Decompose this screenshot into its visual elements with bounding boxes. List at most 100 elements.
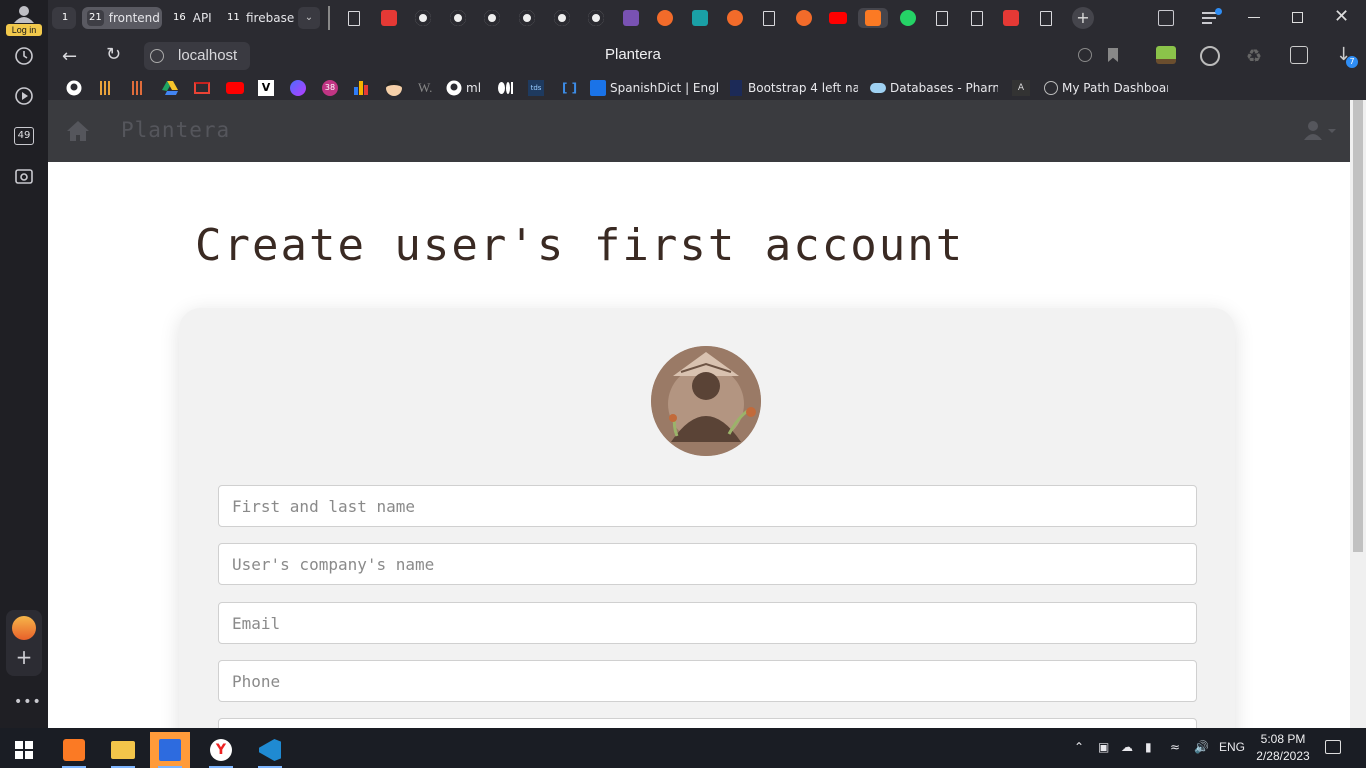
bookmark-spanishdict[interactable]: SpanishDict | Engli [590,80,720,96]
home-icon[interactable] [66,120,90,142]
github-icon[interactable] [552,8,572,28]
back-button[interactable]: ← [62,46,77,67]
battery-icon[interactable]: ▮ [1145,740,1152,754]
brand-name[interactable]: Plantera [121,118,230,142]
wallet-icon[interactable] [1290,46,1308,64]
tab-groups-dropdown[interactable]: ⌄ [298,7,320,29]
github-icon[interactable] [448,8,468,28]
zoom-icon[interactable] [1078,48,1092,62]
bookmark-logo-icon[interactable] [290,80,306,96]
page-icon[interactable] [759,8,779,28]
notification-count-icon[interactable]: 38 [322,80,338,96]
github-icon[interactable] [413,8,433,28]
bookmark-dots-icon[interactable] [132,80,144,96]
bookmark-icon[interactable] [1108,48,1118,62]
google-drive-icon[interactable] [162,80,178,96]
bookmark-databases[interactable]: Databases - Pharm [870,80,998,96]
tab-group-firebase[interactable]: 11 firebase [220,7,294,29]
youtube-icon[interactable] [226,80,244,96]
vpn-globe-icon[interactable] [1200,46,1220,66]
add-app-icon[interactable]: + [15,647,33,667]
photos-app[interactable] [150,732,190,768]
email-input[interactable] [218,602,1197,644]
youtube-icon[interactable] [828,8,848,28]
language-indicator[interactable]: ENG [1219,740,1245,754]
tab-group-1[interactable]: 1 [52,7,76,29]
next-input-field[interactable] [218,718,1197,728]
workspaces-icon[interactable] [1158,10,1174,26]
minimize-button[interactable] [1248,17,1260,18]
github-icon[interactable] [586,8,606,28]
page-icon[interactable] [967,8,987,28]
tds-icon[interactable]: tds [528,80,544,96]
bookmark-dots-icon[interactable] [100,80,112,96]
extension-recycle-icon[interactable]: ♻ [1246,46,1262,67]
tabs-count-icon[interactable]: 49 [12,124,36,148]
page-icon[interactable] [344,8,364,28]
github-icon[interactable] [517,8,537,28]
new-tab-button[interactable]: + [1072,7,1094,29]
page-icon[interactable] [932,8,952,28]
wifi-icon[interactable]: ≈ [1170,740,1180,754]
page-icon[interactable] [1036,8,1056,28]
extension-plant-icon[interactable] [1156,46,1176,64]
site-info-icon[interactable] [150,49,164,63]
v-icon[interactable]: V [258,80,274,96]
bookmark-mypath[interactable]: My Path Dashboar [1044,80,1168,96]
address-field[interactable]: localhost [144,42,250,70]
sidebar-app-icon[interactable] [12,616,36,640]
scrollbar-thumb[interactable] [1353,100,1363,552]
user-menu-icon[interactable] [1304,120,1338,142]
wikipedia-icon[interactable]: W. [418,80,432,96]
angular-icon[interactable]: A [1012,80,1030,96]
yandex-browser-app[interactable]: Y [201,732,241,768]
github-icon[interactable] [66,80,82,96]
github-icon[interactable] [482,8,502,28]
profile-avatar-image[interactable] [651,346,761,456]
show-hidden-icons[interactable]: ⌃ [1074,740,1084,754]
screenshot-icon[interactable] [12,164,36,188]
history-icon[interactable] [12,44,36,68]
close-button[interactable]: ✕ [1334,8,1349,26]
reload-button[interactable]: ↻ [106,44,121,65]
tab-menu-icon[interactable] [1202,8,1222,26]
more-icon[interactable]: ••• [14,694,42,710]
profile-avatar[interactable]: Log in [6,5,42,36]
page-scrollbar[interactable] [1350,100,1366,728]
tab-group-frontend[interactable]: 21 frontend [82,7,162,29]
bootstrap-icon[interactable] [621,8,641,28]
clock[interactable]: 5:08 PM 2/28/2023 [1256,731,1310,765]
downloads-icon[interactable]: ↓ 7 [1336,44,1358,68]
bookmark-ml[interactable]: ml [446,80,481,96]
pdf-icon[interactable] [379,8,399,28]
pdf-icon[interactable] [1001,8,1021,28]
bookmark-label: Databases - Pharm [890,81,998,95]
vscode-app[interactable] [250,732,290,768]
restore-button[interactable] [1292,12,1303,23]
whatsapp-icon[interactable] [898,8,918,28]
xampp-app[interactable] [54,732,94,768]
medium-icon[interactable] [498,80,514,96]
file-explorer-app[interactable] [103,732,143,768]
ninja-icon[interactable] [386,80,402,96]
s-icon[interactable] [690,8,710,28]
onedrive-icon[interactable]: ☁ [1121,740,1133,754]
bookmark-bootstrap[interactable]: Bootstrap 4 left na [730,80,858,96]
brave-icon[interactable] [655,8,675,28]
start-button[interactable] [4,732,44,768]
brackets-icon[interactable]: [ ] [562,80,577,96]
brave-icon[interactable] [725,8,745,28]
player-icon[interactable] [12,84,36,108]
volume-icon[interactable]: 🔊 [1194,740,1209,754]
xampp-icon[interactable] [858,8,888,28]
phone-input[interactable] [218,660,1197,702]
company-name-input[interactable] [218,543,1197,585]
chart-icon[interactable] [354,80,368,96]
notifications-icon[interactable] [1325,740,1341,754]
yandex-icon: Y [210,739,232,761]
gmail-icon[interactable] [194,80,210,96]
tab-group-api[interactable]: 16 API [166,7,216,29]
brave-icon[interactable] [794,8,814,28]
device-icon[interactable]: ▣ [1098,740,1109,754]
full-name-input[interactable] [218,485,1197,527]
